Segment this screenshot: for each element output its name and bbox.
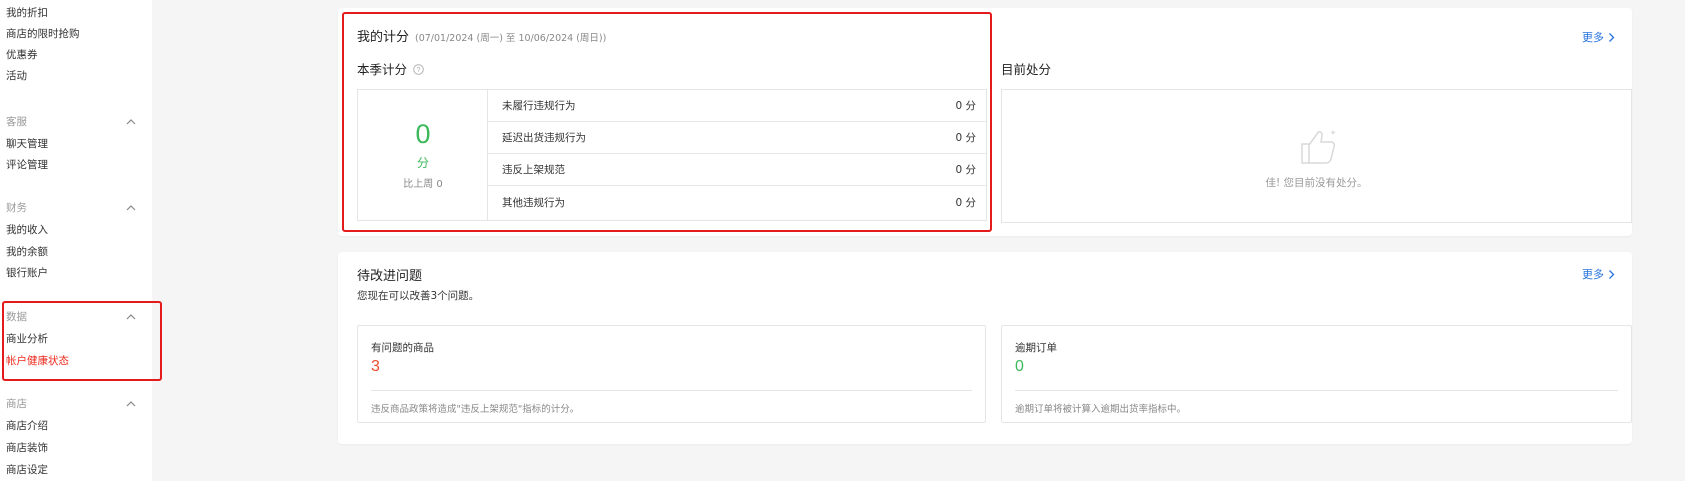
- issue-count: 3: [371, 358, 380, 375]
- score-title: 我的计分: [357, 30, 410, 45]
- issue-count: 0: [1015, 358, 1024, 375]
- issue-note: 违反商品政策将造成"违反上架规范"指标的计分。: [371, 404, 580, 415]
- sidebar-group-data[interactable]: 数据: [6, 310, 138, 324]
- more-link-issues[interactable]: 更多: [1582, 266, 1616, 282]
- sidebar-item-vouchers[interactable]: 优惠券: [6, 48, 38, 62]
- season-score-heading: 本季计分 ?: [357, 59, 424, 78]
- sidebar-group-title: 商店: [6, 398, 27, 410]
- season-score-panel: 0 分 比上周 0: [358, 90, 488, 220]
- sidebar-item-shop-settings[interactable]: 商店设定: [6, 463, 48, 477]
- sidebar-item-income[interactable]: 我的收入: [6, 223, 48, 237]
- sidebar: 我的折扣 商店的限时抢购 优惠券 活动 客服 聊天管理 评论管理 财务 我的收入…: [0, 0, 152, 481]
- sidebar-group-customer-service[interactable]: 客服: [6, 115, 138, 129]
- issues-summary: 您现在可以改善3个问题。: [357, 290, 480, 302]
- violation-value: 0 分: [955, 164, 976, 176]
- violation-value: 0 分: [955, 100, 976, 112]
- chevron-up-icon[interactable]: [124, 201, 138, 215]
- score-summary-box: 0 分 比上周 0 未履行违规行为 0 分 延迟出货违规行为 0 分 违反上架规…: [357, 89, 987, 221]
- sidebar-item-activities[interactable]: 活动: [6, 69, 27, 83]
- sidebar-group-title: 客服: [6, 116, 27, 128]
- more-link-score[interactable]: 更多: [1582, 29, 1616, 45]
- thumbs-up-icon: [1296, 126, 1342, 169]
- score-value: 0: [415, 119, 431, 149]
- sidebar-group-finance[interactable]: 财务: [6, 201, 138, 215]
- sidebar-group-title: 财务: [6, 202, 27, 214]
- more-label: 更多: [1582, 268, 1604, 281]
- issue-title: 逾期订单: [1015, 342, 1057, 354]
- sidebar-item-bank-account[interactable]: 银行账户: [6, 266, 48, 280]
- sidebar-item-business-insights[interactable]: 商业分析: [6, 332, 48, 346]
- violation-row-unfulfilled: 未履行违规行为 0 分: [488, 90, 986, 122]
- violation-label: 违反上架规范: [502, 164, 565, 176]
- svg-text:?: ?: [417, 67, 421, 74]
- current-penalty-title: 目前处分: [1001, 62, 1052, 77]
- score-card-title: 我的计分 (07/01/2024 (周一) 至 10/06/2024 (周日)): [357, 26, 606, 45]
- sidebar-group-shop[interactable]: 商店: [6, 397, 138, 411]
- chevron-up-icon[interactable]: [124, 397, 138, 411]
- violation-value: 0 分: [955, 196, 976, 209]
- violation-label: 未履行违规行为: [502, 100, 576, 112]
- issues-title: 待改进问题: [357, 269, 423, 284]
- score-card: 我的计分 (07/01/2024 (周一) 至 10/06/2024 (周日)) …: [338, 8, 1632, 236]
- sidebar-item-shop-profile[interactable]: 商店介绍: [6, 419, 48, 433]
- issue-box-problem-products[interactable]: 有问题的商品 3 违反商品政策将造成"违反上架规范"指标的计分。: [357, 325, 986, 423]
- sidebar-item-balance[interactable]: 我的余额: [6, 245, 48, 259]
- more-label: 更多: [1582, 31, 1604, 44]
- issue-title: 有问题的商品: [371, 342, 434, 354]
- question-icon[interactable]: ?: [413, 63, 424, 75]
- chevron-right-icon: [1607, 32, 1616, 43]
- current-penalty-box: 佳! 您目前没有处分。: [1001, 89, 1632, 223]
- sidebar-item-my-discounts[interactable]: 我的折扣: [6, 6, 48, 20]
- sidebar-item-flash-sale[interactable]: 商店的限时抢购: [6, 27, 80, 41]
- no-penalty-text: 佳! 您目前没有处分。: [1265, 177, 1368, 189]
- divider: [1015, 390, 1618, 391]
- divider: [371, 390, 972, 391]
- score-unit: 分: [416, 156, 429, 170]
- chevron-up-icon[interactable]: [124, 310, 138, 324]
- issue-note: 逾期订单将被计算入逾期出货率指标中。: [1015, 404, 1187, 415]
- sidebar-group-title: 数据: [6, 311, 27, 323]
- chevron-up-icon[interactable]: [124, 115, 138, 129]
- violation-row-listing: 违反上架规范 0 分: [488, 154, 986, 186]
- violation-label: 延迟出货违规行为: [502, 132, 586, 144]
- sidebar-item-chat[interactable]: 聊天管理: [6, 137, 48, 151]
- sidebar-item-reviews[interactable]: 评论管理: [6, 158, 48, 172]
- violation-row-other: 其他违规行为 0 分: [488, 186, 986, 218]
- violation-value: 0 分: [955, 132, 976, 144]
- score-compare: 比上周 0: [403, 179, 443, 190]
- violation-row-late-shipment: 延迟出货违规行为 0 分: [488, 122, 986, 154]
- issues-card: 待改进问题 更多 您现在可以改善3个问题。 有问题的商品 3 违反商品政策将造成…: [338, 252, 1632, 444]
- violation-label: 其他违规行为: [502, 196, 565, 209]
- season-title: 本季计分: [357, 62, 408, 77]
- sidebar-item-shop-decoration[interactable]: 商店装饰: [6, 441, 48, 455]
- date-range: (07/01/2024 (周一) 至 10/06/2024 (周日)): [415, 33, 607, 44]
- chevron-right-icon: [1607, 269, 1616, 280]
- sidebar-item-account-health[interactable]: 帐户健康状态: [6, 354, 69, 368]
- issue-box-late-orders[interactable]: 逾期订单 0 逾期订单将被计算入逾期出货率指标中。: [1001, 325, 1632, 423]
